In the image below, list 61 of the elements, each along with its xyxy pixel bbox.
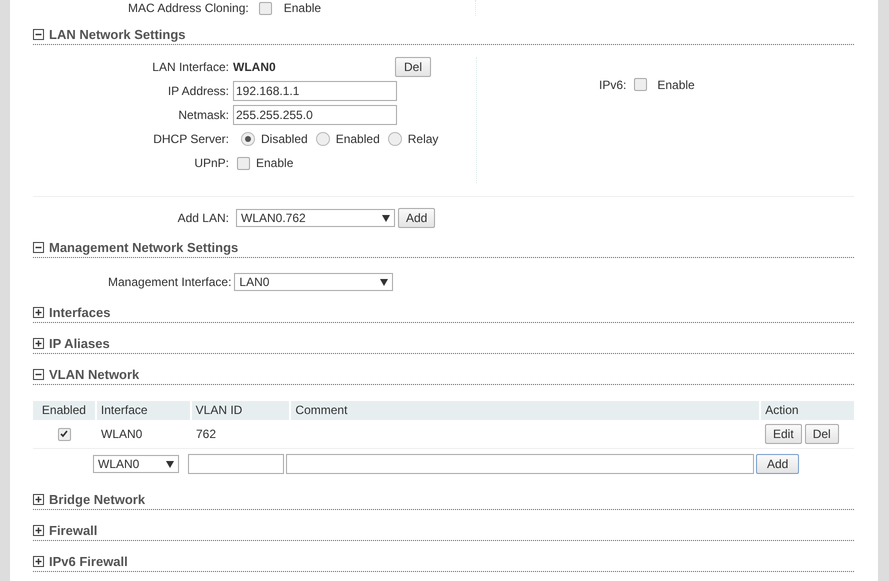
add-button[interactable]: Add [398, 208, 436, 228]
input-field[interactable] [286, 454, 754, 474]
radio-button[interactable] [316, 132, 330, 146]
section-title[interactable]: VLAN Network [49, 367, 140, 382]
column-header: Comment [291, 401, 760, 420]
delete-button[interactable]: Del [804, 424, 839, 444]
radio-button[interactable] [241, 132, 255, 146]
toggle-icon[interactable] [33, 307, 44, 318]
field-label: DHCP Server: [152, 132, 230, 146]
field-label: Netmask: [177, 108, 230, 122]
field-label: UPnP: [193, 156, 230, 170]
field-label: Add LAN: [176, 211, 230, 225]
radio-button[interactable] [388, 132, 402, 146]
table-cell: 762 [196, 427, 216, 441]
checkbox-label: Enable [657, 78, 695, 92]
input-field[interactable]: 192.168.1.1 [233, 81, 397, 101]
checkbox-label: Enable [284, 1, 322, 15]
section-title[interactable]: Bridge Network [49, 492, 146, 507]
toggle-icon[interactable] [33, 494, 44, 505]
column-header: Action [761, 401, 854, 420]
field-label: Management Interface: [108, 275, 232, 289]
column-header: VLAN ID [192, 401, 290, 420]
section-title[interactable]: Interfaces [49, 305, 110, 320]
dropdown[interactable]: WLAN0.762 [236, 209, 395, 227]
toggle-icon[interactable] [33, 556, 44, 567]
column-header: Enabled [33, 401, 95, 420]
checkbox[interactable] [634, 78, 648, 91]
input-field[interactable]: 255.255.255.0 [233, 105, 397, 125]
caret-icon [380, 278, 388, 286]
radio-label: Relay [408, 132, 438, 146]
section-title[interactable]: Management Network Settings [49, 240, 238, 255]
toggle-icon[interactable] [33, 338, 44, 349]
dropdown[interactable]: LAN0 [234, 273, 394, 291]
checkbox[interactable] [258, 2, 272, 14]
input-field[interactable] [188, 454, 284, 474]
field-label: IP Address: [166, 84, 230, 98]
toggle-icon[interactable] [33, 525, 44, 536]
section-title[interactable]: Firewall [49, 523, 98, 538]
toggle-icon[interactable] [33, 242, 44, 253]
radio-label: Disabled [261, 132, 308, 146]
delete-button[interactable]: Del [395, 57, 432, 77]
section-title[interactable]: IP Aliases [49, 336, 110, 351]
checkbox[interactable] [237, 156, 250, 170]
field-label: MAC Address Cloning: [128, 1, 249, 15]
section-title[interactable]: IPv6 Firewall [49, 554, 128, 569]
table-cell: WLAN0 [101, 427, 142, 441]
checkbox[interactable] [58, 428, 70, 440]
column-header: Interface [96, 401, 190, 420]
caret-icon [382, 214, 390, 222]
field-label: LAN Interface: [151, 60, 230, 74]
field-label: IPv6: [599, 78, 626, 92]
radio-label: Enabled [336, 132, 380, 146]
section-title[interactable]: LAN Network Settings [49, 27, 186, 42]
toggle-icon[interactable] [33, 369, 44, 380]
toggle-icon[interactable] [33, 29, 44, 40]
edit-button[interactable]: Edit [765, 424, 802, 444]
field-value: WLAN0 [233, 60, 277, 74]
caret-icon [166, 460, 174, 468]
add-button[interactable]: Add [756, 454, 800, 474]
dropdown[interactable]: WLAN0 [93, 455, 179, 473]
checkbox-label: Enable [256, 156, 294, 170]
